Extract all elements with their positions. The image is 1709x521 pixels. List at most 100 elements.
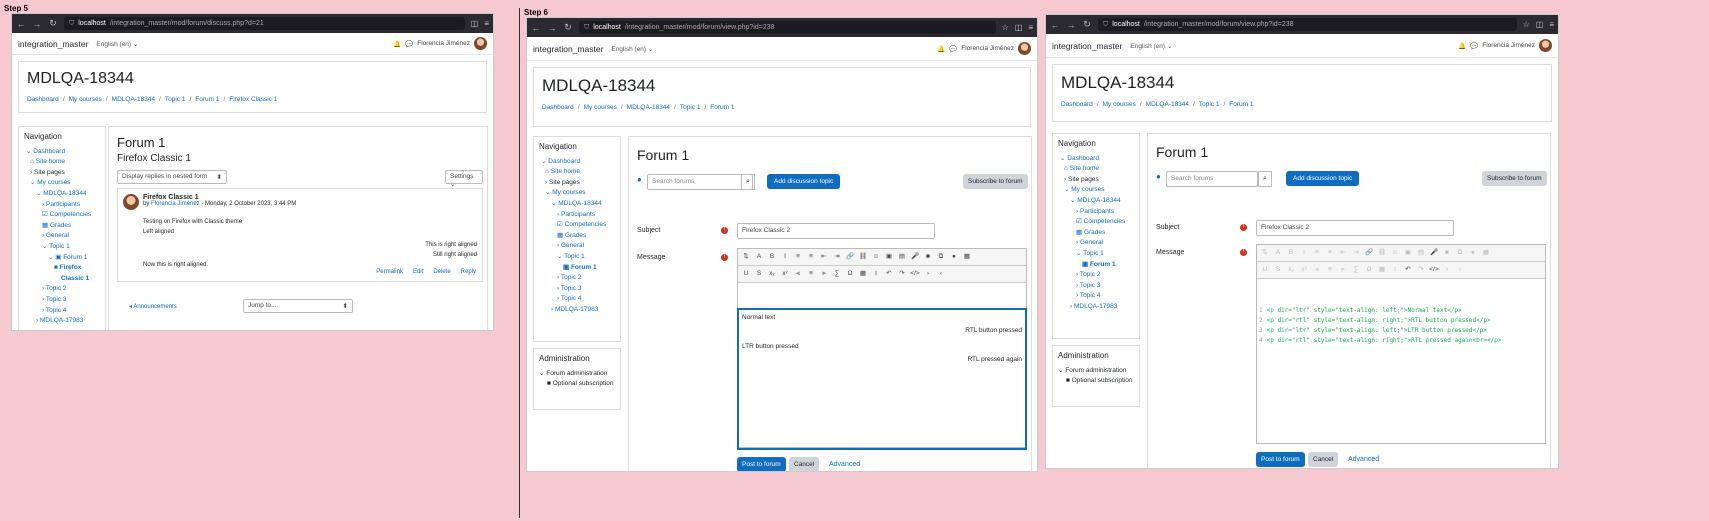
forward-icon[interactable]: →	[547, 23, 557, 33]
add-discussion-button[interactable]: Add discussion topic	[1286, 171, 1360, 186]
admin-optional-subscription[interactable]: ■ Optional subscription	[539, 379, 615, 390]
subscript-icon[interactable]: x₂	[1286, 265, 1296, 275]
align-center-icon[interactable]: ≡	[1325, 265, 1335, 275]
ltr-icon[interactable]: ›	[1442, 265, 1452, 275]
add-discussion-button[interactable]: Add discussion topic	[767, 174, 841, 189]
nav-item-topic3[interactable]: › Topic 3	[539, 284, 615, 295]
url-bar[interactable]: ⛉ localhost/integration_master/mod/forum/…	[1098, 18, 1517, 31]
back-icon[interactable]: ←	[1050, 20, 1060, 30]
align-left-icon[interactable]: ⫷	[793, 269, 803, 279]
reload-icon[interactable]: ↻	[563, 22, 573, 33]
crumb-dashboard[interactable]: Dashboard	[542, 104, 574, 111]
collapse-icon[interactable]: ⇅	[1260, 248, 1270, 258]
search-icon[interactable]: ⌕	[741, 174, 755, 190]
site-name[interactable]: integration_master	[18, 39, 88, 49]
extension-icon[interactable]: ◫	[471, 19, 479, 28]
site-name[interactable]: integration_master	[533, 44, 603, 54]
html-icon[interactable]: </>	[1429, 265, 1439, 275]
image-icon[interactable]: ▣	[1403, 248, 1413, 258]
underline-icon[interactable]: U	[1260, 265, 1270, 275]
bookmark-icon[interactable]: ☆	[1002, 23, 1009, 32]
numbered-list-icon[interactable]: ≡	[806, 252, 816, 262]
bookmark-icon[interactable]: ☆	[1523, 20, 1530, 29]
html-source-area[interactable]: 1 <p dir="ltr" style="text-align: left;">…	[1257, 304, 1545, 444]
nav-item-dashboard[interactable]: ⌄ Dashboard	[24, 147, 100, 158]
menu-icon[interactable]: ≡	[1549, 20, 1554, 29]
url-bar[interactable]: ⛉ localhost/integration_master/mod/forum/…	[579, 21, 996, 34]
nav-item-my-courses[interactable]: ⌄ My courses	[539, 188, 615, 199]
media-icon[interactable]: ▤	[1416, 248, 1426, 258]
post-to-forum-button[interactable]: Post to forum	[737, 457, 786, 471]
align-right-icon[interactable]: ⫸	[1338, 265, 1348, 275]
nav-item-grades[interactable]: ▦ Grades	[24, 221, 100, 232]
nav-item-forum1[interactable]: ▣ Forum 1	[539, 263, 615, 274]
nav-item-course2[interactable]: › MDLQA-17983	[24, 316, 100, 327]
nav-item-forum1[interactable]: ⌄ ▣ Forum 1	[24, 253, 100, 264]
language-menu[interactable]: English (en) ⌄	[611, 45, 653, 53]
subject-input[interactable]: Firefox Classic 2	[1256, 220, 1454, 236]
avatar[interactable]	[1539, 39, 1552, 52]
search-forums-input[interactable]: Search forums	[1166, 171, 1258, 187]
emoji-icon[interactable]: ☺	[871, 252, 881, 262]
nav-item-site-pages[interactable]: › Site pages	[539, 178, 615, 189]
avatar[interactable]	[1018, 42, 1031, 55]
rtl-icon[interactable]: ‹	[936, 269, 946, 279]
clear-format-icon[interactable]: I	[871, 269, 881, 279]
back-icon[interactable]: ←	[16, 19, 26, 29]
crumb-my-courses[interactable]: My courses	[1103, 101, 1136, 108]
align-center-icon[interactable]: ≡	[806, 269, 816, 279]
html-icon[interactable]: </>	[910, 269, 920, 279]
advanced-link[interactable]: Advanced	[829, 461, 860, 468]
bold-icon[interactable]: B	[767, 252, 777, 262]
crumb-forum[interactable]: Forum 1	[195, 96, 219, 103]
superscript-icon[interactable]: x²	[780, 269, 790, 279]
audio-icon[interactable]: 🎤	[910, 252, 920, 262]
nav-item-my-courses[interactable]: ⌄ My courses	[24, 178, 100, 189]
bell-icon[interactable]: 🔔	[937, 45, 945, 53]
chat-icon[interactable]: 💬	[949, 45, 957, 53]
emoji-icon[interactable]: ☺	[1390, 248, 1400, 258]
user-name[interactable]: Florencia Jiménez	[961, 45, 1014, 52]
align-right-icon[interactable]: ⫸	[819, 269, 829, 279]
outdent-icon[interactable]: ⇤	[1338, 248, 1348, 258]
admin-forum-administration[interactable]: ⌄ Forum administration	[1058, 366, 1134, 377]
nav-item-current[interactable]: ■ Firefox Classic 1	[24, 263, 100, 284]
subscribe-button[interactable]: Subscribe to forum	[1482, 171, 1547, 186]
nav-item-topic4[interactable]: › Topic 4	[24, 306, 100, 317]
subject-input[interactable]: Firefox Classic 2	[737, 223, 935, 239]
manage-files-icon[interactable]: ⧉	[936, 252, 946, 262]
h5p-icon[interactable]: ●	[1468, 248, 1478, 258]
site-name[interactable]: integration_master	[1052, 41, 1122, 51]
nav-item-course[interactable]: ⌄ MDLQA-18344	[539, 199, 615, 210]
bullet-list-icon[interactable]: ≡	[793, 252, 803, 262]
nav-item-general[interactable]: › General	[24, 231, 100, 242]
link-icon[interactable]: 🔗	[1364, 248, 1374, 258]
video-icon[interactable]: ■	[1442, 248, 1452, 258]
reload-icon[interactable]: ↻	[48, 18, 58, 29]
nav-item-topic1[interactable]: ⌄ Topic 1	[24, 242, 100, 253]
admin-forum-administration[interactable]: ⌄ Forum administration	[539, 369, 615, 380]
font-icon[interactable]: A	[1273, 248, 1283, 258]
crumb-dashboard[interactable]: Dashboard	[1061, 101, 1093, 108]
redo-icon[interactable]: ↷	[1416, 265, 1426, 275]
unlink-icon[interactable]: ⛓	[1377, 248, 1387, 258]
crumb-course[interactable]: MDLQA-18344	[1146, 101, 1189, 108]
bold-icon[interactable]: B	[1286, 248, 1296, 258]
nav-item-course[interactable]: ⌄ MDLQA-18344	[1058, 196, 1134, 207]
charmap-icon[interactable]: Ω	[1364, 265, 1374, 275]
table-icon[interactable]: ▦	[1481, 248, 1491, 258]
charmap-icon[interactable]: Ω	[845, 269, 855, 279]
cancel-button[interactable]: Cancel	[1308, 452, 1339, 467]
nav-item-site-home[interactable]: ⌂ Site home	[1058, 164, 1134, 175]
italic-icon[interactable]: I	[780, 252, 790, 262]
nav-item-topic3[interactable]: › Topic 3	[1058, 281, 1134, 292]
strike-icon[interactable]: S	[754, 269, 764, 279]
settings-menu[interactable]: Settings ⌄	[445, 170, 483, 188]
delete-link[interactable]: Delete	[433, 269, 450, 275]
h5p-icon[interactable]: ●	[949, 252, 959, 262]
crumb-forum[interactable]: Forum 1	[1229, 101, 1253, 108]
video-icon[interactable]: ■	[923, 252, 933, 262]
edit-link[interactable]: Edit	[413, 269, 423, 275]
nav-item-dashboard[interactable]: ⌄ Dashboard	[1058, 154, 1134, 165]
message-content-area[interactable]: Normal text RTL button pressed LTR butto…	[737, 308, 1027, 450]
